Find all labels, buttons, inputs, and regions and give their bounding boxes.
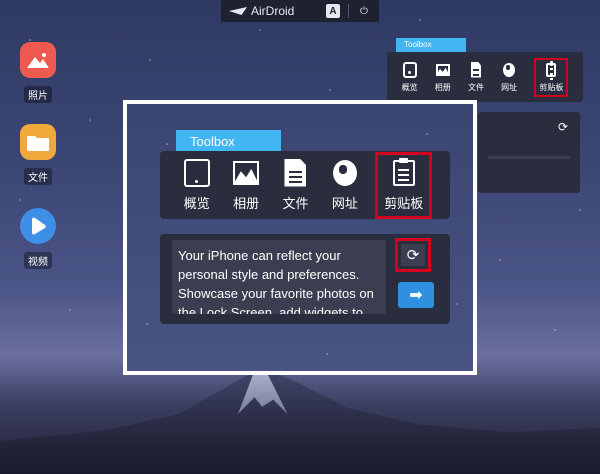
tool-label: 相册: [434, 82, 451, 92]
clipboard-icon: [544, 60, 558, 78]
topbar-divider: [348, 4, 349, 18]
clipboard-text[interactable]: Your iPhone can reflect your personal st…: [172, 240, 386, 314]
tool-label: 概览: [401, 82, 418, 92]
tool-overview-small[interactable]: 概览: [401, 61, 418, 93]
phone-icon: [402, 61, 417, 78]
video-icon: [20, 208, 56, 244]
tool-clipboard-small[interactable]: 剪贴板: [534, 57, 569, 97]
phone-icon: [183, 158, 210, 187]
desktop-item-label: 照片: [24, 86, 52, 103]
tool-files[interactable]: 文件: [276, 155, 314, 216]
folder-icon: [20, 124, 56, 160]
refresh-icon[interactable]: ⟳: [558, 120, 568, 134]
desktop-item-videos[interactable]: 视频: [18, 208, 58, 270]
a-button[interactable]: A: [326, 4, 340, 18]
zoom-callout: Toolbox 概览 相册 文件 网址 剪贴板 Your iPhone can …: [123, 100, 477, 375]
clipboard-icon: [391, 157, 417, 187]
tool-label: 网址: [501, 82, 518, 92]
globe-icon: [502, 62, 516, 78]
image-icon: [435, 62, 450, 78]
tool-url-small[interactable]: 网址: [501, 62, 517, 93]
toolbox-small: 概览 相册 文件 网址 剪贴板: [387, 52, 583, 102]
card-divider: [488, 156, 570, 159]
tool-album-small[interactable]: 相册: [435, 62, 451, 93]
tool-label: 相册: [233, 195, 260, 211]
tool-label: 剪贴板: [384, 195, 424, 211]
tool-label: 剪贴板: [539, 82, 564, 92]
tool-url[interactable]: 网址: [326, 155, 364, 216]
globe-icon: [332, 159, 358, 187]
airdroid-plane-icon: [229, 7, 247, 15]
tool-clipboard[interactable]: 剪贴板: [375, 151, 433, 219]
send-button[interactable]: ➡: [398, 282, 434, 308]
arrow-right-icon: ➡: [409, 287, 423, 304]
desktop-item-label: 文件: [24, 168, 52, 185]
document-icon: [282, 158, 308, 187]
desktop-item-files[interactable]: 文件: [18, 124, 58, 186]
tool-label: 网址: [331, 195, 358, 211]
refresh-button[interactable]: ⟳: [395, 238, 431, 272]
clipboard-card-small: ⟳: [478, 112, 580, 193]
photos-icon: [20, 42, 56, 78]
tool-label: 文件: [282, 195, 309, 211]
tool-label: 概览: [183, 195, 210, 211]
refresh-icon: ⟳: [401, 244, 425, 266]
tool-label: 文件: [467, 82, 484, 92]
tool-album[interactable]: 相册: [227, 155, 265, 216]
tool-overview[interactable]: 概览: [178, 155, 216, 216]
document-icon: [469, 61, 483, 78]
toolbox-tab-small[interactable]: Toolbox: [396, 38, 466, 52]
desktop-item-label: 视频: [24, 252, 52, 269]
airdroid-logo[interactable]: AirDroid: [229, 4, 318, 18]
airdroid-topbar: AirDroid A ⏻: [221, 0, 379, 22]
power-icon[interactable]: ⏻: [357, 4, 371, 18]
tool-files-small[interactable]: 文件: [467, 61, 484, 93]
clipboard-card: Your iPhone can reflect your personal st…: [160, 234, 450, 324]
image-icon: [233, 159, 260, 187]
app-name: AirDroid: [251, 4, 295, 18]
toolbox: 概览 相册 文件 网址 剪贴板: [160, 151, 450, 219]
mountain-wallpaper: [0, 370, 600, 474]
desktop-item-photos[interactable]: 照片: [18, 42, 58, 104]
